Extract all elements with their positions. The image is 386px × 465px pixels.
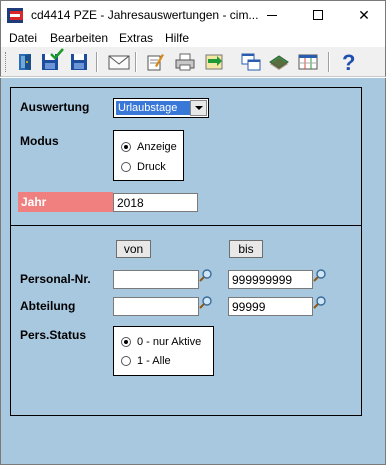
abteilung-von-input[interactable]	[113, 297, 199, 316]
bis-header-button[interactable]: bis	[229, 240, 263, 258]
table-button[interactable]	[296, 50, 320, 74]
radio-selected-icon	[121, 142, 131, 152]
modus-option-label: Druck	[137, 161, 166, 173]
auswertung-selected-value: Urlaubstage	[116, 101, 190, 115]
table-icon	[298, 54, 318, 70]
auswertung-dropdown-button[interactable]	[190, 100, 207, 116]
status-option-aktive[interactable]: 0 - nur Aktive	[121, 336, 201, 348]
search-icon[interactable]	[199, 295, 213, 309]
personal-nr-label: Personal-Nr.	[20, 272, 91, 286]
save-check-button[interactable]	[50, 48, 64, 60]
toolbar-grip[interactable]	[5, 52, 8, 72]
search-icon[interactable]	[313, 295, 327, 309]
svg-text:?: ?	[342, 51, 355, 73]
modus-group: Anzeige Druck	[113, 130, 184, 181]
windows-button[interactable]	[239, 50, 263, 74]
exit-door-icon	[19, 54, 31, 70]
edit-document-icon	[147, 54, 164, 71]
menu-bearbeiten[interactable]: Bearbeiten	[50, 31, 108, 45]
help-icon: ?	[342, 51, 355, 73]
pers-status-label: Pers.Status	[20, 328, 87, 342]
print-button[interactable]	[173, 50, 197, 74]
modus-option-anzeige[interactable]: Anzeige	[121, 141, 177, 153]
search-icon[interactable]	[313, 268, 327, 282]
minimize-button[interactable]	[249, 1, 295, 29]
status-option-label: 0 - nur Aktive	[137, 336, 202, 348]
help-button[interactable]: ?	[336, 50, 360, 74]
mail-icon	[108, 55, 130, 70]
maximize-button[interactable]	[295, 1, 341, 29]
radio-unselected-icon	[121, 162, 131, 172]
menu-hilfe[interactable]: Hilfe	[165, 31, 189, 45]
pers-status-group: 0 - nur Aktive 1 - Alle	[113, 326, 214, 376]
save-as-icon	[71, 54, 87, 70]
toolbar-separator	[135, 52, 137, 72]
print-icon	[175, 53, 195, 71]
abteilung-label: Abteilung	[20, 299, 76, 313]
radio-unselected-icon	[121, 356, 131, 366]
auswertung-select[interactable]: Urlaubstage	[113, 98, 209, 118]
von-header-button[interactable]: von	[116, 240, 151, 258]
chevron-down-icon	[194, 106, 203, 110]
mail-button[interactable]	[107, 50, 131, 74]
status-option-label: 1 - Alle	[137, 355, 171, 367]
title-bar: cd4414 PZE - Jahresauswertungen - cim...…	[0, 0, 386, 29]
jahr-label: Jahr	[18, 192, 113, 212]
radio-selected-icon	[121, 337, 131, 347]
modus-option-druck[interactable]: Druck	[121, 161, 166, 173]
client-area: Auswertung Urlaubstage Modus Anzeige Dru…	[0, 78, 386, 465]
jahr-input[interactable]: 2018	[113, 193, 198, 212]
personal-nr-von-input[interactable]	[113, 270, 199, 289]
book-button[interactable]	[267, 50, 291, 74]
maximize-icon	[313, 10, 323, 20]
minimize-icon	[267, 14, 277, 16]
personal-nr-bis-input[interactable]: 999999999	[228, 270, 313, 289]
menu-bar: Datei Bearbeiten Extras Hilfe	[0, 29, 386, 47]
toolbar-separator	[328, 52, 330, 72]
close-button[interactable]: ✕	[341, 1, 386, 29]
toolbar-separator	[96, 52, 98, 72]
modus-option-label: Anzeige	[137, 141, 177, 153]
window-title: cd4414 PZE - Jahresauswertungen - cim...	[31, 8, 259, 22]
save-as-button[interactable]	[67, 50, 91, 74]
windows-icon	[241, 53, 261, 71]
menu-datei[interactable]: Datei	[9, 31, 37, 45]
status-option-alle[interactable]: 1 - Alle	[121, 355, 171, 367]
transfer-button[interactable]	[202, 50, 226, 74]
transfer-icon	[205, 54, 223, 70]
auswertung-label: Auswertung	[20, 100, 90, 114]
exit-button[interactable]	[14, 50, 38, 74]
section-divider	[10, 225, 362, 226]
menu-extras[interactable]: Extras	[119, 31, 153, 45]
app-icon	[7, 8, 23, 23]
save-check-icon	[50, 48, 64, 60]
toolbar: ?	[0, 47, 386, 77]
search-icon[interactable]	[199, 268, 213, 282]
edit-document-button[interactable]	[143, 50, 167, 74]
modus-label: Modus	[20, 134, 59, 148]
book-icon	[269, 55, 289, 70]
close-icon: ✕	[358, 6, 370, 23]
abteilung-bis-input[interactable]: 99999	[228, 297, 313, 316]
